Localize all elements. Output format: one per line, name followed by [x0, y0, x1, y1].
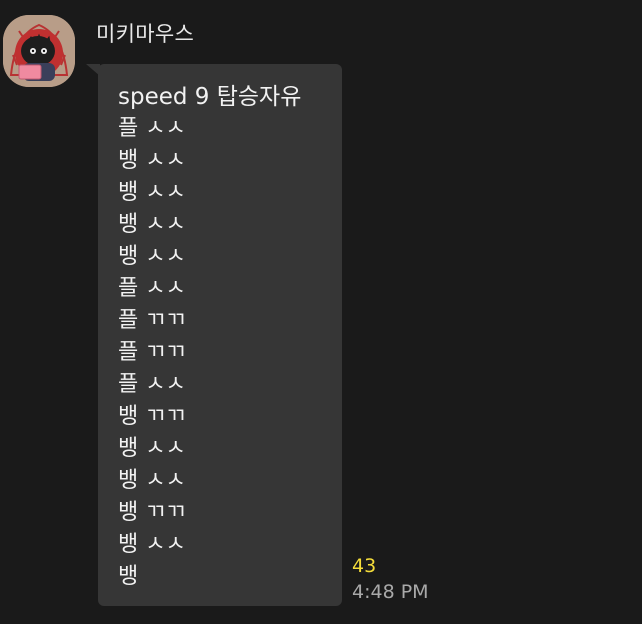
- message-line: 플 ㅅㅅ: [118, 116, 186, 141]
- message-line: 뱅 ㅅㅅ: [118, 436, 186, 461]
- message-line: 뱅 ㅅㅅ: [118, 148, 186, 173]
- message-line: 뱅 ㄲㄲ: [118, 500, 186, 525]
- message-meta: 43 4:48 PM: [352, 554, 429, 606]
- unread-count: 43: [352, 555, 377, 577]
- message-line: 뱅 ㅅㅅ: [118, 468, 186, 493]
- message-line: 플 ㅅㅅ: [118, 276, 186, 301]
- message-line: 뱅 ㅅㅅ: [118, 244, 186, 269]
- message-line: 플 ㅅㅅ: [118, 372, 186, 397]
- message-line: 뱅 ㅅㅅ: [118, 532, 186, 557]
- message-bubble[interactable]: speed 9 탑승자유 플 ㅅㅅ 뱅 ㅅㅅ 뱅 ㅅㅅ 뱅 ㅅㅅ 뱅 ㅅㅅ 플 …: [98, 64, 342, 606]
- sender-name[interactable]: 미키마우스: [96, 18, 194, 48]
- chat-room: 미키마우스 speed 9 탑승자유 플 ㅅㅅ 뱅 ㅅㅅ 뱅 ㅅㅅ 뱅 ㅅㅅ 뱅…: [0, 0, 642, 624]
- message-line: 플 ㄲㄲ: [118, 308, 186, 333]
- message-line: 뱅 ㅅㅅ: [118, 180, 186, 205]
- cartoon-character-avatar-icon: [3, 15, 75, 87]
- message-line: 뱅 ㄲㄲ: [118, 404, 186, 429]
- message-line: 뱅: [118, 564, 139, 589]
- message-line: 뱅 ㅅㅅ: [118, 212, 186, 237]
- message-line: 플 ㄲㄲ: [118, 340, 186, 365]
- message-line: speed 9 탑승자유: [118, 84, 302, 110]
- avatar[interactable]: [3, 15, 75, 87]
- message-time: 4:48 PM: [352, 581, 429, 603]
